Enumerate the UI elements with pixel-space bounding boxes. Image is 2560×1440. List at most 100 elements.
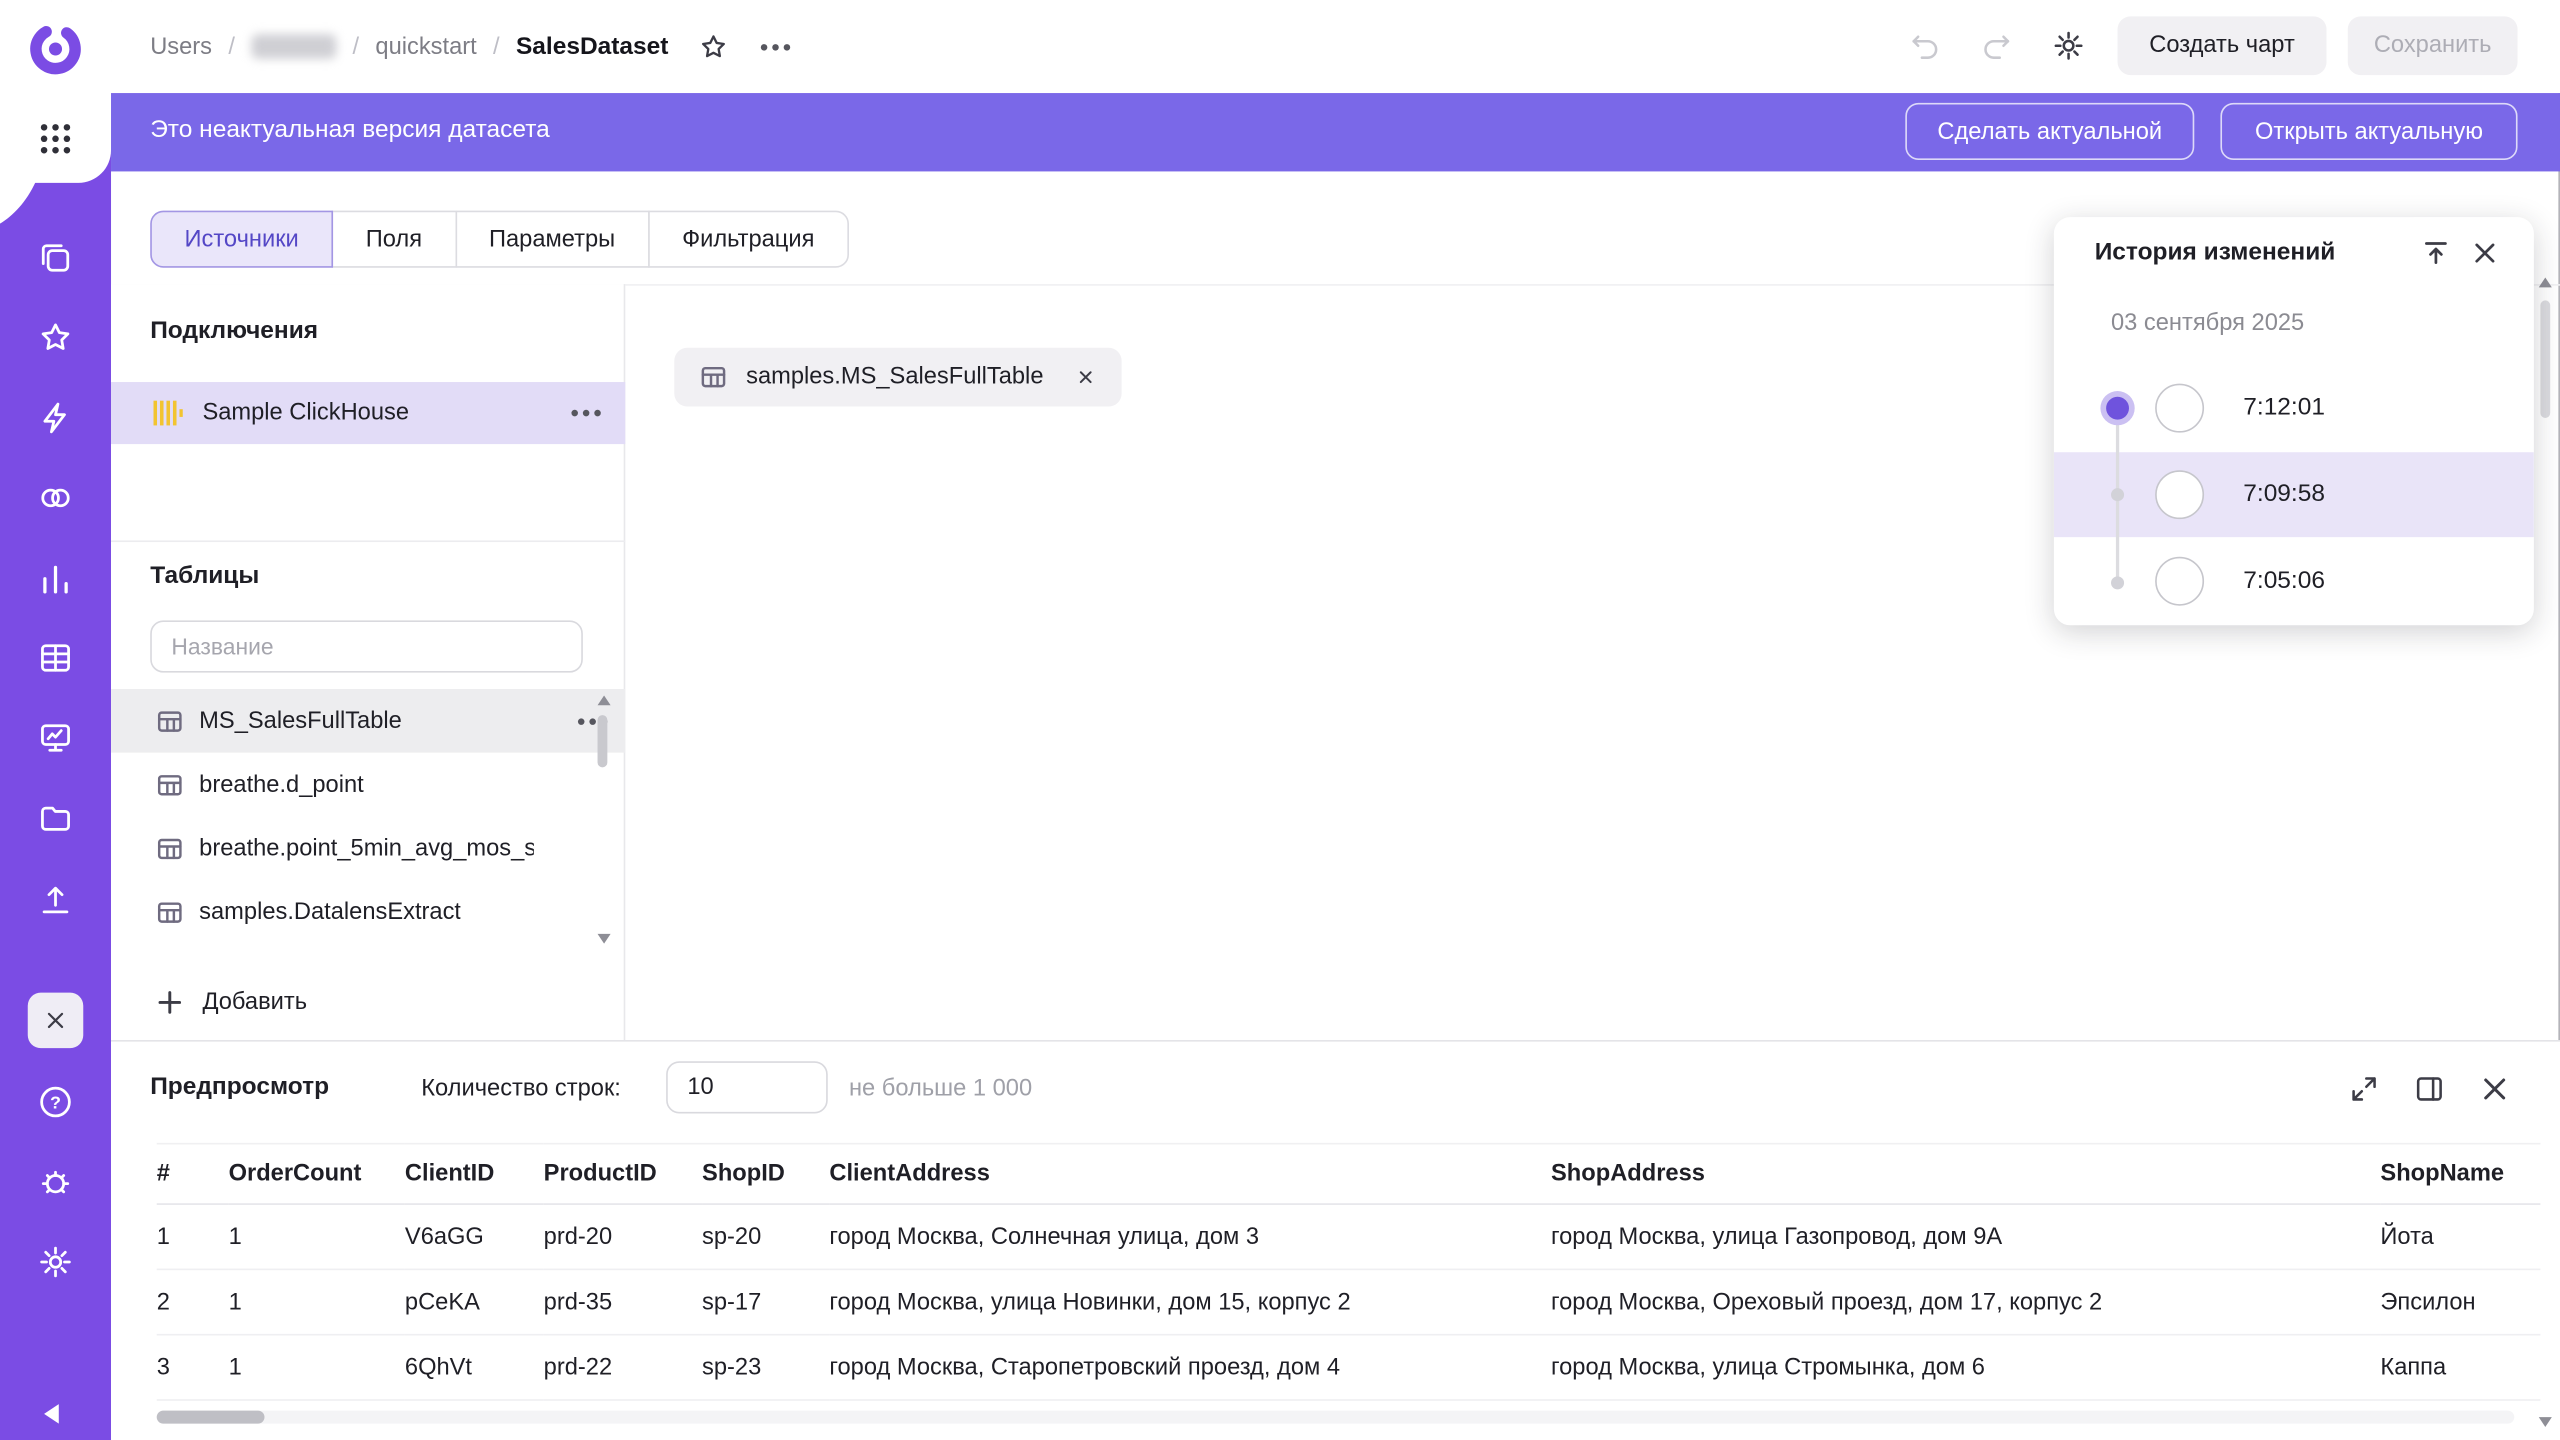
revision-time: 7:05:06 — [2243, 539, 2325, 624]
breadcrumb-redacted-segment[interactable] — [251, 34, 336, 58]
cell: prd-20 — [544, 1204, 702, 1269]
table-icon — [700, 364, 726, 390]
settings-gear-icon[interactable] — [36, 1242, 75, 1281]
scrollbar-thumb[interactable] — [157, 1411, 265, 1424]
table-item-label: breathe.point_5min_avg_mos_s... — [199, 835, 534, 861]
column-header: # — [157, 1144, 229, 1204]
scrollbar-thumb[interactable] — [2540, 300, 2550, 418]
close-panel-icon[interactable] — [28, 993, 84, 1049]
tab-sources[interactable]: Источники — [150, 211, 333, 268]
redo-icon[interactable] — [1979, 28, 2015, 64]
expand-preview-icon[interactable] — [2346, 1071, 2382, 1107]
history-title: История изменений — [2095, 238, 2336, 266]
close-icon[interactable] — [2469, 237, 2502, 270]
services-rings-icon[interactable] — [36, 478, 75, 517]
connections-bolt-icon[interactable] — [36, 398, 75, 437]
cell: 1 — [229, 1335, 405, 1400]
plus-icon — [157, 989, 183, 1015]
make-actual-button[interactable]: Сделать актуальной — [1905, 103, 2194, 160]
apps-grid-icon[interactable] — [38, 121, 74, 157]
breadcrumb-separator: / — [228, 33, 235, 59]
cell: sp-20 — [702, 1204, 829, 1269]
cell: 3 — [157, 1335, 229, 1400]
scroll-up-icon[interactable] — [2539, 278, 2552, 288]
breadcrumb-quickstart[interactable]: quickstart — [375, 33, 476, 59]
tab-filtering[interactable]: Фильтрация — [648, 211, 849, 268]
column-header: ClientID — [405, 1144, 544, 1204]
scrollbar-thumb[interactable] — [598, 715, 608, 767]
table-item-breathe-d-point[interactable]: breathe.d_point — [111, 753, 625, 817]
cell: pCeKA — [405, 1269, 544, 1334]
breadcrumb-current: SalesDataset — [516, 33, 669, 61]
storage-folder-icon[interactable] — [36, 798, 75, 837]
favorites-star-icon[interactable] — [36, 318, 75, 357]
cell: Йота — [2380, 1204, 2540, 1269]
scroll-down-icon[interactable] — [598, 934, 611, 944]
favorite-star-icon[interactable] — [698, 30, 731, 63]
table-list-scrollbar[interactable] — [596, 692, 612, 947]
split-view-icon[interactable] — [2411, 1071, 2447, 1107]
dataset-settings-gear-icon[interactable] — [2051, 28, 2087, 64]
table-search-input[interactable] — [150, 620, 583, 672]
remove-source-icon[interactable] — [1076, 367, 1096, 387]
connection-item-sample-clickhouse[interactable]: Sample ClickHouse — [111, 382, 625, 444]
row-count-input[interactable] — [666, 1061, 828, 1113]
table-item-label: samples.DatalensExtract — [199, 899, 461, 925]
collections-icon[interactable] — [36, 238, 75, 277]
vertical-scrollbar[interactable] — [2534, 271, 2557, 1433]
timeline-dot[interactable] — [2111, 488, 2124, 501]
breadcrumb-users[interactable]: Users — [150, 33, 212, 59]
revision-avatar — [2155, 470, 2204, 519]
datasets-table-icon[interactable] — [36, 638, 75, 677]
timeline-selected-dot[interactable] — [2106, 397, 2129, 420]
cell: prd-35 — [544, 1269, 702, 1334]
svg-text:?: ? — [50, 1093, 61, 1113]
save-button[interactable]: Сохранить — [2348, 16, 2518, 75]
source-table-chip[interactable]: samples.MS_SalesFullTable — [674, 348, 1122, 407]
breadcrumb-separator: / — [353, 33, 360, 59]
charts-icon[interactable] — [36, 560, 75, 599]
tab-parameters[interactable]: Параметры — [455, 211, 650, 268]
bug-report-icon[interactable] — [36, 1162, 75, 1201]
table-item-samples-datalensextract[interactable]: samples.DatalensExtract — [111, 880, 625, 944]
more-menu-icon[interactable] — [773, 43, 780, 50]
horizontal-scrollbar[interactable] — [157, 1411, 2515, 1424]
dashboards-monitor-icon[interactable] — [36, 718, 75, 757]
add-table-button[interactable]: Добавить — [157, 976, 307, 1028]
clickhouse-icon — [153, 400, 182, 426]
undo-icon[interactable] — [1907, 28, 1943, 64]
upload-icon[interactable] — [36, 880, 75, 919]
connection-name: Sample ClickHouse — [202, 400, 409, 426]
cell: 2 — [157, 1269, 229, 1334]
cell: город Москва, Солнечная улица, дом 3 — [829, 1204, 1551, 1269]
open-actual-button[interactable]: Открыть актуальную — [2220, 103, 2517, 160]
history-entry[interactable]: 7:05:06 — [2054, 539, 2534, 624]
scroll-up-icon[interactable] — [598, 696, 611, 706]
help-icon[interactable]: ? — [36, 1082, 75, 1121]
timeline-dot[interactable] — [2111, 576, 2124, 589]
collapse-icon[interactable] — [2420, 237, 2453, 270]
table-item-label: breathe.d_point — [199, 771, 364, 797]
cell: Каппа — [2380, 1335, 2540, 1400]
close-preview-icon[interactable] — [2477, 1071, 2513, 1107]
column-header: ShopAddress — [1551, 1144, 2380, 1204]
scroll-down-icon[interactable] — [2539, 1417, 2552, 1427]
table-row: 3 1 6QhVt prd-22 sp-23 город Москва, Ста… — [157, 1335, 2541, 1400]
revision-avatar — [2155, 384, 2204, 433]
table-item-label: MS_SalesFullTable — [199, 708, 402, 734]
column-header: ClientAddress — [829, 1144, 1551, 1204]
history-entry-highlighted[interactable]: 7:09:58 — [2054, 452, 2534, 537]
cell: город Москва, улица Новинки, дом 15, кор… — [829, 1269, 1551, 1334]
tab-fields[interactable]: Поля — [331, 211, 456, 268]
back-arrow-icon[interactable] — [44, 1404, 59, 1424]
table-item-breathe-point-5min[interactable]: breathe.point_5min_avg_mos_s... — [111, 816, 625, 880]
table-icon — [157, 835, 183, 861]
connection-menu-icon[interactable] — [583, 410, 590, 417]
table-list: MS_SalesFullTable breathe.d_point breath… — [111, 689, 625, 950]
revision-time: 7:09:58 — [2243, 452, 2325, 537]
cell: prd-22 — [544, 1335, 702, 1400]
create-chart-button[interactable]: Создать чарт — [2118, 16, 2327, 75]
row-count-hint: не больше 1 000 — [849, 1076, 1032, 1102]
datalens-logo-icon[interactable] — [26, 20, 85, 79]
table-item-ms-salesfulltable[interactable]: MS_SalesFullTable — [111, 689, 625, 753]
